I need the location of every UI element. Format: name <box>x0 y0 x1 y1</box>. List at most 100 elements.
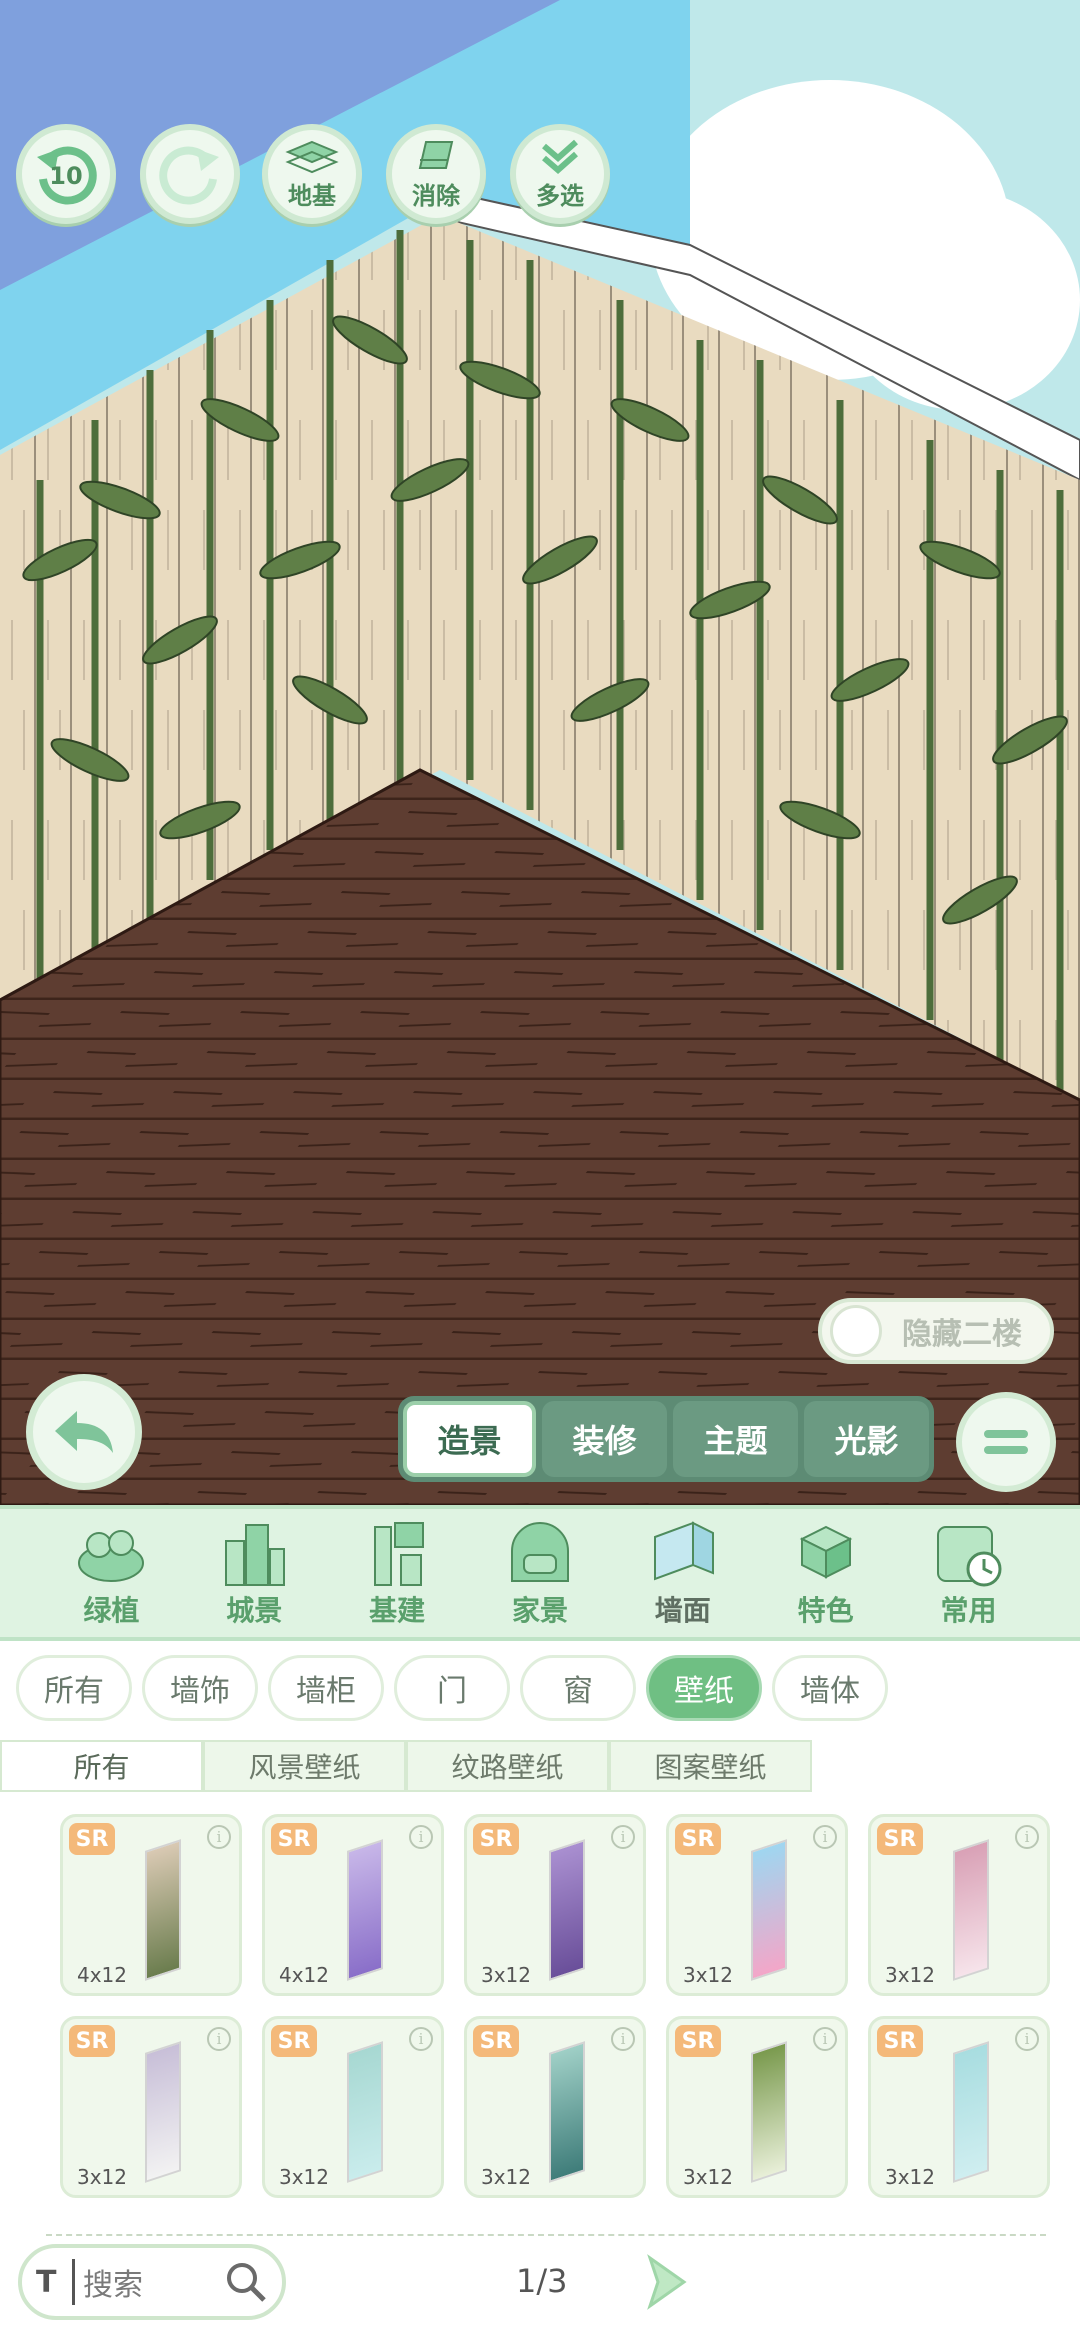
page-indicator: 1/3 <box>516 2262 568 2300</box>
redo-button[interactable] <box>140 124 240 224</box>
subtab-wall-decor[interactable]: 墙饰 <box>142 1655 258 1721</box>
subtab-wallpaper[interactable]: 壁纸 <box>646 1655 762 1721</box>
rarity-badge: SR <box>271 1823 317 1855</box>
category-special[interactable]: 特色 <box>771 1515 881 1629</box>
wallpaper-tab-all[interactable]: 所有 <box>0 1740 203 1792</box>
info-icon[interactable]: i <box>207 2027 231 2051</box>
item-card[interactable]: SR i 4x12 <box>262 1814 444 1996</box>
plant-icon <box>78 1530 145 1582</box>
item-card[interactable]: SR i 3x12 <box>464 2016 646 2198</box>
undo-count: 10 <box>49 162 82 190</box>
multiselect-icon <box>542 139 578 174</box>
item-thumbnail <box>751 1839 787 1981</box>
item-card[interactable]: SR i 3x12 <box>262 2016 444 2198</box>
item-card[interactable]: SR i 3x12 <box>666 2016 848 2198</box>
wallpaper-tab-texture[interactable]: 纹路壁纸 <box>406 1740 609 1792</box>
mode-tabs: 造景 装修 主题 光影 <box>398 1396 934 1482</box>
item-size: 3x12 <box>683 2165 734 2189</box>
rarity-badge: SR <box>473 1823 519 1855</box>
subtab-door[interactable]: 门 <box>394 1655 510 1721</box>
search-icon[interactable] <box>224 2260 268 2304</box>
rarity-badge: SR <box>473 2025 519 2057</box>
rarity-badge: SR <box>69 1823 115 1855</box>
item-thumbnail <box>953 2041 989 2183</box>
info-icon[interactable]: i <box>409 1825 433 1849</box>
item-card[interactable]: SR i 3x12 <box>60 2016 242 2198</box>
item-thumbnail <box>549 2041 585 2183</box>
item-thumbnail <box>145 2041 181 2183</box>
search-separator <box>72 2259 75 2305</box>
item-size: 3x12 <box>885 1963 936 1987</box>
info-icon[interactable]: i <box>813 1825 837 1849</box>
category-label: 基建 <box>369 1594 426 1627</box>
back-button[interactable] <box>26 1374 142 1490</box>
eraser-label: 消除 <box>412 181 460 210</box>
wallpaper-tab-pattern[interactable]: 图案壁纸 <box>609 1740 812 1792</box>
hide-second-floor-toggle[interactable]: 隐藏二楼 <box>818 1298 1054 1364</box>
category-plants[interactable]: 绿植 <box>56 1515 166 1629</box>
eraser-button[interactable]: 消除 <box>386 124 486 224</box>
eraser-icon <box>418 140 454 169</box>
info-icon[interactable]: i <box>409 2027 433 2051</box>
info-icon[interactable]: i <box>611 2027 635 2051</box>
undo-icon: 10 <box>37 146 97 205</box>
subtab-wall-body[interactable]: 墙体 <box>772 1655 888 1721</box>
subcategory-tabs: 所有 墙饰 墙柜 门 窗 壁纸 墙体 <box>16 1655 888 1721</box>
item-card[interactable]: SR i 3x12 <box>868 1814 1050 1996</box>
item-card[interactable]: SR i 3x12 <box>464 1814 646 1996</box>
info-icon[interactable]: i <box>813 2027 837 2051</box>
rarity-badge: SR <box>675 2025 721 2057</box>
item-size: 4x12 <box>279 1963 330 1987</box>
category-construction[interactable]: 基建 <box>342 1515 452 1629</box>
mode-tab-lighting[interactable]: 光影 <box>804 1401 929 1477</box>
foundation-button[interactable]: 地基 <box>262 124 362 224</box>
menu-button[interactable] <box>956 1392 1056 1492</box>
subtab-wall-cabinet[interactable]: 墙柜 <box>268 1655 384 1721</box>
room-illustration[interactable] <box>0 0 1080 1505</box>
item-card[interactable]: SR i 3x12 <box>666 1814 848 1996</box>
category-label: 特色 <box>797 1594 854 1627</box>
back-arrow-icon <box>55 1411 113 1453</box>
rarity-badge: SR <box>69 2025 115 2057</box>
next-page-icon[interactable] <box>644 2254 688 2310</box>
info-icon[interactable]: i <box>207 1825 231 1849</box>
wallpaper-tab-scenery[interactable]: 风景壁纸 <box>203 1740 406 1792</box>
category-home[interactable]: 家景 <box>485 1515 595 1629</box>
item-size: 3x12 <box>481 1963 532 1987</box>
rarity-badge: SR <box>675 1823 721 1855</box>
multiselect-button[interactable]: 多选 <box>510 124 610 224</box>
category-walls[interactable]: 墙面 <box>628 1515 738 1629</box>
mode-tab-decor[interactable]: 装修 <box>542 1401 667 1477</box>
item-size: 4x12 <box>77 1963 128 1987</box>
search-box[interactable]: T 搜索 <box>18 2244 286 2320</box>
info-icon[interactable]: i <box>1015 1825 1039 1849</box>
undo-button[interactable]: 10 <box>16 124 116 224</box>
rarity-badge: SR <box>271 2025 317 2057</box>
category-favorites[interactable]: 常用 <box>913 1515 1023 1629</box>
subtab-window[interactable]: 窗 <box>520 1655 636 1721</box>
search-input[interactable]: 搜索 <box>83 2260 224 2304</box>
item-thumbnail <box>549 1839 585 1981</box>
subtab-all[interactable]: 所有 <box>16 1655 132 1721</box>
info-icon[interactable]: i <box>1015 2027 1039 2051</box>
item-size: 3x12 <box>683 1963 734 1987</box>
item-card[interactable]: SR i 4x12 <box>60 1814 242 1996</box>
mode-tab-theme[interactable]: 主题 <box>673 1401 798 1477</box>
toggle-knob <box>830 1305 882 1357</box>
menu-line <box>984 1446 1028 1454</box>
game-scene[interactable]: 10 地基 消除 多选 隐藏二楼 造景 装修 主题 光影 <box>0 0 1080 1505</box>
wall-icon <box>653 1521 714 1581</box>
rarity-badge: SR <box>877 2025 923 2057</box>
category-city[interactable]: 城景 <box>199 1515 309 1629</box>
city-icon <box>225 1524 286 1586</box>
special-icon <box>799 1525 852 1579</box>
calendar-icon <box>937 1526 1002 1587</box>
item-thumbnail <box>145 1839 181 1981</box>
info-icon[interactable]: i <box>611 1825 635 1849</box>
filter-icon[interactable]: T <box>36 2265 72 2300</box>
hide-second-floor-label: 隐藏二楼 <box>902 1317 1022 1352</box>
mode-tab-landscape[interactable]: 造景 <box>403 1401 536 1477</box>
item-thumbnail <box>347 2041 383 2183</box>
item-card[interactable]: SR i 3x12 <box>868 2016 1050 2198</box>
item-size: 3x12 <box>77 2165 128 2189</box>
